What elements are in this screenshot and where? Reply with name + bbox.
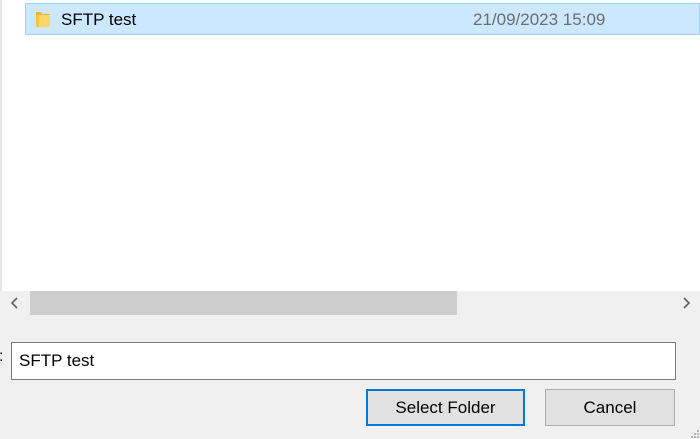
file-list[interactable]: SFTP test 21/09/2023 15:09 [0, 0, 700, 291]
resize-grip-icon[interactable] [689, 428, 700, 439]
folder-name-input[interactable] [11, 342, 676, 380]
file-name: SFTP test [61, 10, 137, 29]
horizontal-scrollbar[interactable] [0, 291, 700, 315]
file-date-modified: 21/09/2023 15:09 [473, 10, 606, 29]
scroll-thumb[interactable] [30, 291, 457, 315]
folder-name-label: : [0, 348, 3, 366]
scroll-left-button[interactable] [0, 291, 30, 315]
file-row[interactable]: SFTP test 21/09/2023 15:09 [25, 3, 700, 35]
chevron-left-icon [10, 297, 18, 309]
chevron-right-icon [683, 297, 691, 309]
folder-icon [35, 10, 51, 28]
scroll-right-button[interactable] [672, 291, 700, 315]
select-folder-button[interactable]: Select Folder [366, 389, 525, 426]
cancel-button[interactable]: Cancel [545, 389, 675, 426]
list-left-border [0, 0, 2, 291]
